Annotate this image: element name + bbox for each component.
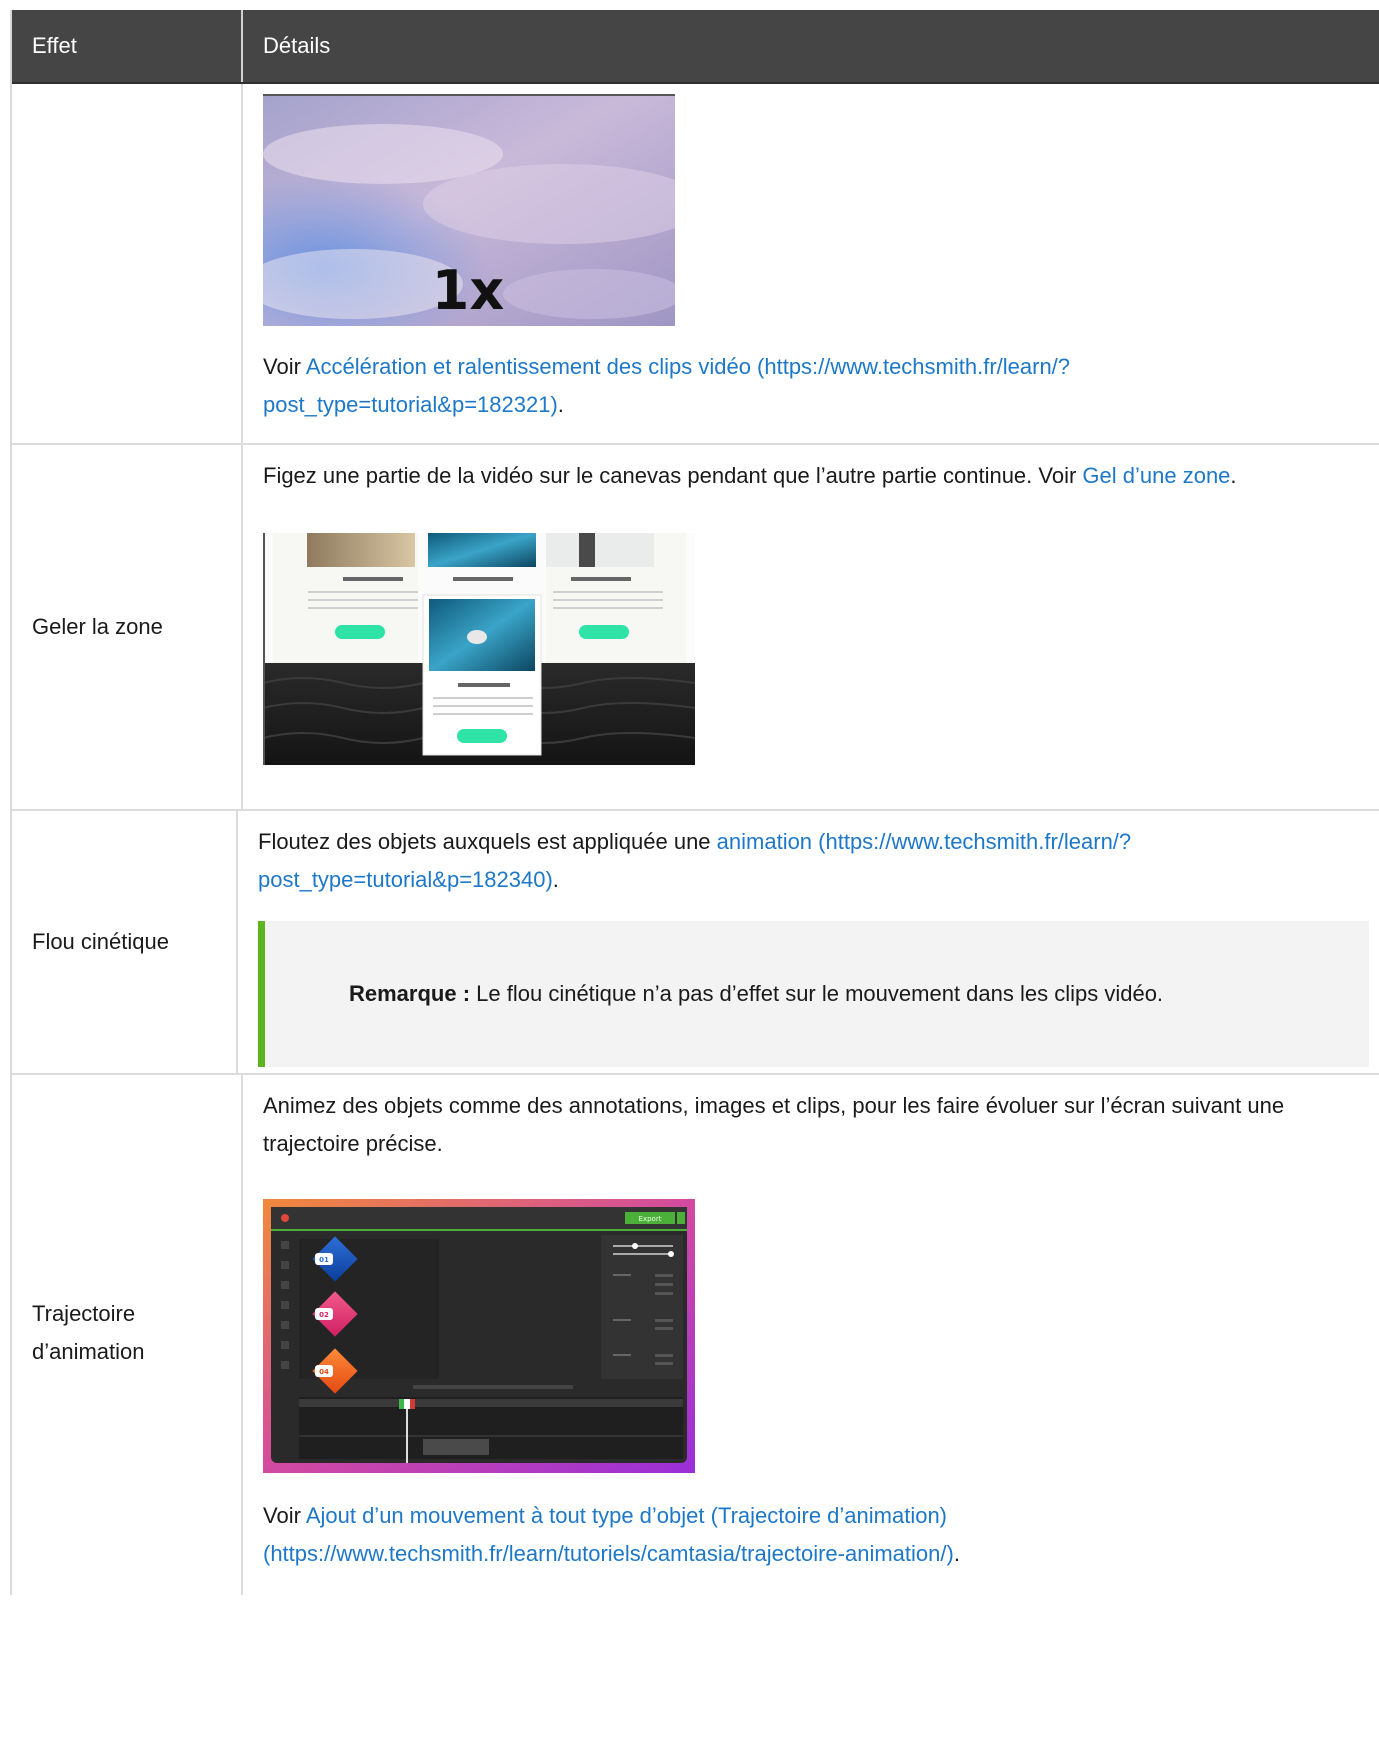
suffix: . [552,867,559,892]
effect-cell: Flou cinétique [12,811,238,1073]
note-text: Le flou cinétique n’a pas d’effet sur le… [470,981,1164,1006]
svg-text:04: 04 [319,1368,329,1376]
svg-text:01: 01 [319,1256,329,1264]
table-header: Effet Détails [12,10,1379,84]
freeze-region-link[interactable]: Gel d’une zone [1082,463,1230,488]
animation-path-tutorial-link[interactable]: Ajout d’un mouvement à tout type d’objet… [263,1503,954,1566]
details-cell: Figez une partie de la vidéo sur le cane… [243,445,1379,809]
effect-cell: Geler la zone [12,445,243,809]
effect-label: Trajectoire d’animation [32,1301,145,1364]
details-cell: 1x Voir Accélération et ralentissement d… [243,84,1379,443]
table-row: 1x Voir Accélération et ralentissement d… [12,84,1379,445]
see-prefix: Voir [263,354,306,379]
table-row: Trajectoire d’animation Animez des objet… [12,1075,1379,1595]
details-cell: Floutez des objets auxquels est appliqué… [238,811,1379,1073]
note-label: Remarque : [349,981,471,1006]
note-content: Remarque : Le flou cinétique n’a pas d’e… [349,975,1163,1013]
effects-table: Effet Détails 1x Voir Accélération et ra… [10,10,1379,1595]
details-text: Voir Ajout d’un mouvement à tout type d’… [263,1497,1369,1573]
details-text: Figez une partie de la vidéo sur le cane… [263,457,1369,495]
speed-tutorial-link[interactable]: Accélération et ralentissement des clips… [263,354,1070,417]
suffix: . [557,392,564,417]
effect-cell [12,84,243,443]
speed-caption: 1x [432,259,505,322]
header-effect: Effet [12,10,243,82]
details-text: Floutez des objets auxquels est appliqué… [258,823,1369,899]
details-text: Voir Accélération et ralentissement des … [263,348,1369,424]
speed-clip-image: 1x [263,94,675,326]
description: Figez une partie de la vidéo sur le cane… [263,463,1083,488]
description: Floutez des objets auxquels est appliqué… [258,829,717,854]
export-label: Export [639,1215,662,1223]
details-cell: Animez des objets comme des annotations,… [243,1075,1379,1595]
effect-cell: Trajectoire d’animation [12,1075,243,1595]
suffix: . [1230,463,1237,488]
header-details: Détails [263,33,331,58]
suffix: . [953,1541,960,1566]
table-row: Geler la zone Figez une partie de la vid… [12,445,1379,811]
animation-path-image: Export 01 02 04 [263,1199,695,1473]
table-row: Flou cinétique Floutez des objets auxque… [12,811,1379,1075]
details-text: Animez des objets comme des annotations,… [263,1093,1285,1156]
see-prefix: Voir [263,1503,306,1528]
note-box: Remarque : Le flou cinétique n’a pas d’e… [258,921,1369,1067]
freeze-region-image [263,533,695,765]
svg-text:02: 02 [319,1311,329,1319]
